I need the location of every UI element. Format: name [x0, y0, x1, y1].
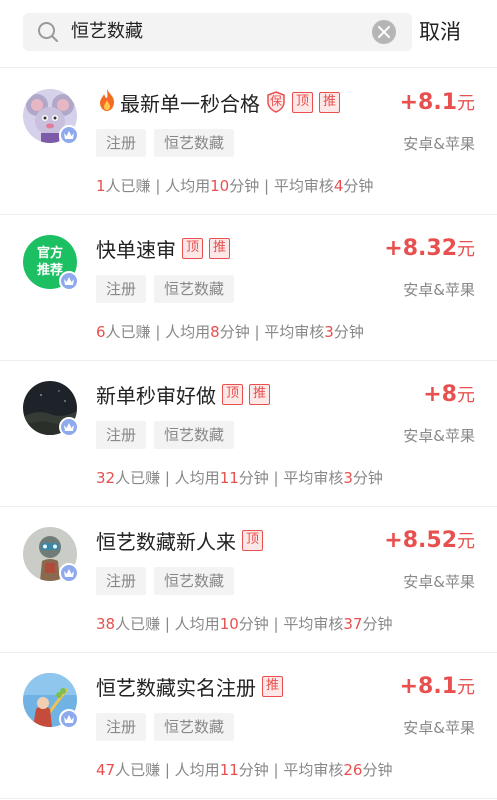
task-item[interactable]: 最新单一秒合格 保 顶 推 +8.1元 注册 恒艺数藏 安卓&苹果 1人已赚 |… — [0, 69, 497, 215]
task-title-row: 新单秒审好做 顶 推 — [96, 379, 270, 409]
verified-badge-icon — [59, 125, 79, 145]
search-box[interactable] — [23, 13, 412, 51]
chip-category: 注册 — [96, 275, 147, 303]
task-title: 快单速审 — [96, 237, 176, 262]
task-stats: 6人已赚 | 人均用8分钟 | 平均审核3分钟 — [96, 323, 364, 341]
platform-label: 安卓&苹果 — [403, 573, 475, 591]
task-item[interactable]: 恒艺数藏新人来 顶 +8.52元 注册 恒艺数藏 安卓&苹果 38人已赚 | 人… — [0, 507, 497, 653]
verified-badge-icon — [59, 709, 79, 729]
task-chips: 注册 恒艺数藏 — [96, 129, 242, 157]
reward-amount: +8.32元 — [384, 236, 475, 261]
task-title-row: 恒艺数藏实名注册 推 — [96, 671, 283, 701]
chip-category: 注册 — [96, 713, 147, 741]
task-title-row: 恒艺数藏新人来 顶 — [96, 525, 263, 555]
reward-amount: +8.52元 — [384, 528, 475, 553]
chip-app: 恒艺数藏 — [154, 275, 235, 303]
top-tag: 顶 — [222, 383, 243, 405]
clear-icon[interactable] — [372, 20, 396, 44]
reward-amount: +8.1元 — [399, 90, 475, 115]
chip-category: 注册 — [96, 129, 147, 157]
task-title-row: 最新单一秒合格 保 顶 推 — [96, 87, 340, 117]
avatar — [23, 673, 79, 729]
chip-category: 注册 — [96, 567, 147, 595]
search-icon — [37, 21, 59, 43]
task-item[interactable]: 官方 推荐 快单速审 顶 推 +8.32元 注册 恒艺数藏 安卓&苹果 6人已赚… — [0, 215, 497, 361]
chip-category: 注册 — [96, 421, 147, 449]
search-input[interactable] — [71, 13, 371, 51]
platform-label: 安卓&苹果 — [403, 719, 475, 737]
task-stats: 38人已赚 | 人均用10分钟 | 平均审核37分钟 — [96, 615, 393, 633]
verified-badge-icon — [59, 563, 79, 583]
platform-label: 安卓&苹果 — [403, 281, 475, 299]
chip-app: 恒艺数藏 — [154, 567, 235, 595]
task-title: 恒艺数藏新人来 — [96, 529, 236, 554]
task-chips: 注册 恒艺数藏 — [96, 713, 242, 741]
reward-amount: +8元 — [423, 382, 475, 407]
task-title: 恒艺数藏实名注册 — [96, 675, 256, 700]
chip-app: 恒艺数藏 — [154, 713, 235, 741]
chip-app: 恒艺数藏 — [154, 421, 235, 449]
task-chips: 注册 恒艺数藏 — [96, 275, 242, 303]
verified-badge-icon — [59, 271, 79, 291]
task-stats: 32人已赚 | 人均用11分钟 | 平均审核3分钟 — [96, 469, 383, 487]
recommend-tag: 推 — [209, 237, 230, 259]
task-chips: 注册 恒艺数藏 — [96, 421, 242, 449]
top-tag: 顶 — [292, 91, 313, 113]
avatar — [23, 527, 79, 583]
task-title-row: 快单速审 顶 推 — [96, 233, 230, 263]
chip-app: 恒艺数藏 — [154, 129, 235, 157]
task-stats: 1人已赚 | 人均用10分钟 | 平均审核4分钟 — [96, 177, 374, 195]
task-title: 最新单一秒合格 — [120, 91, 260, 116]
guarantee-tag: 保 — [266, 91, 286, 113]
cancel-button[interactable]: 取消 — [419, 18, 461, 46]
recommend-tag: 推 — [262, 675, 283, 697]
top-tag: 顶 — [182, 237, 203, 259]
task-item[interactable]: 恒艺数藏实名注册 推 +8.1元 注册 恒艺数藏 安卓&苹果 47人已赚 | 人… — [0, 653, 497, 799]
avatar — [23, 381, 79, 437]
task-title: 新单秒审好做 — [96, 383, 216, 408]
recommend-tag: 推 — [319, 91, 340, 113]
task-item[interactable]: 新单秒审好做 顶 推 +8元 注册 恒艺数藏 安卓&苹果 32人已赚 | 人均用… — [0, 361, 497, 507]
reward-amount: +8.1元 — [399, 674, 475, 699]
avatar — [23, 89, 79, 145]
verified-badge-icon — [59, 417, 79, 437]
search-header: 取消 — [0, 0, 497, 68]
avatar: 官方 推荐 — [23, 235, 79, 291]
task-stats: 47人已赚 | 人均用11分钟 | 平均审核26分钟 — [96, 761, 393, 779]
recommend-tag: 推 — [249, 383, 270, 405]
fire-icon — [96, 88, 118, 116]
task-list: 最新单一秒合格 保 顶 推 +8.1元 注册 恒艺数藏 安卓&苹果 1人已赚 |… — [0, 69, 497, 799]
platform-label: 安卓&苹果 — [403, 135, 475, 153]
top-tag: 顶 — [242, 529, 263, 551]
platform-label: 安卓&苹果 — [403, 427, 475, 445]
task-chips: 注册 恒艺数藏 — [96, 567, 242, 595]
